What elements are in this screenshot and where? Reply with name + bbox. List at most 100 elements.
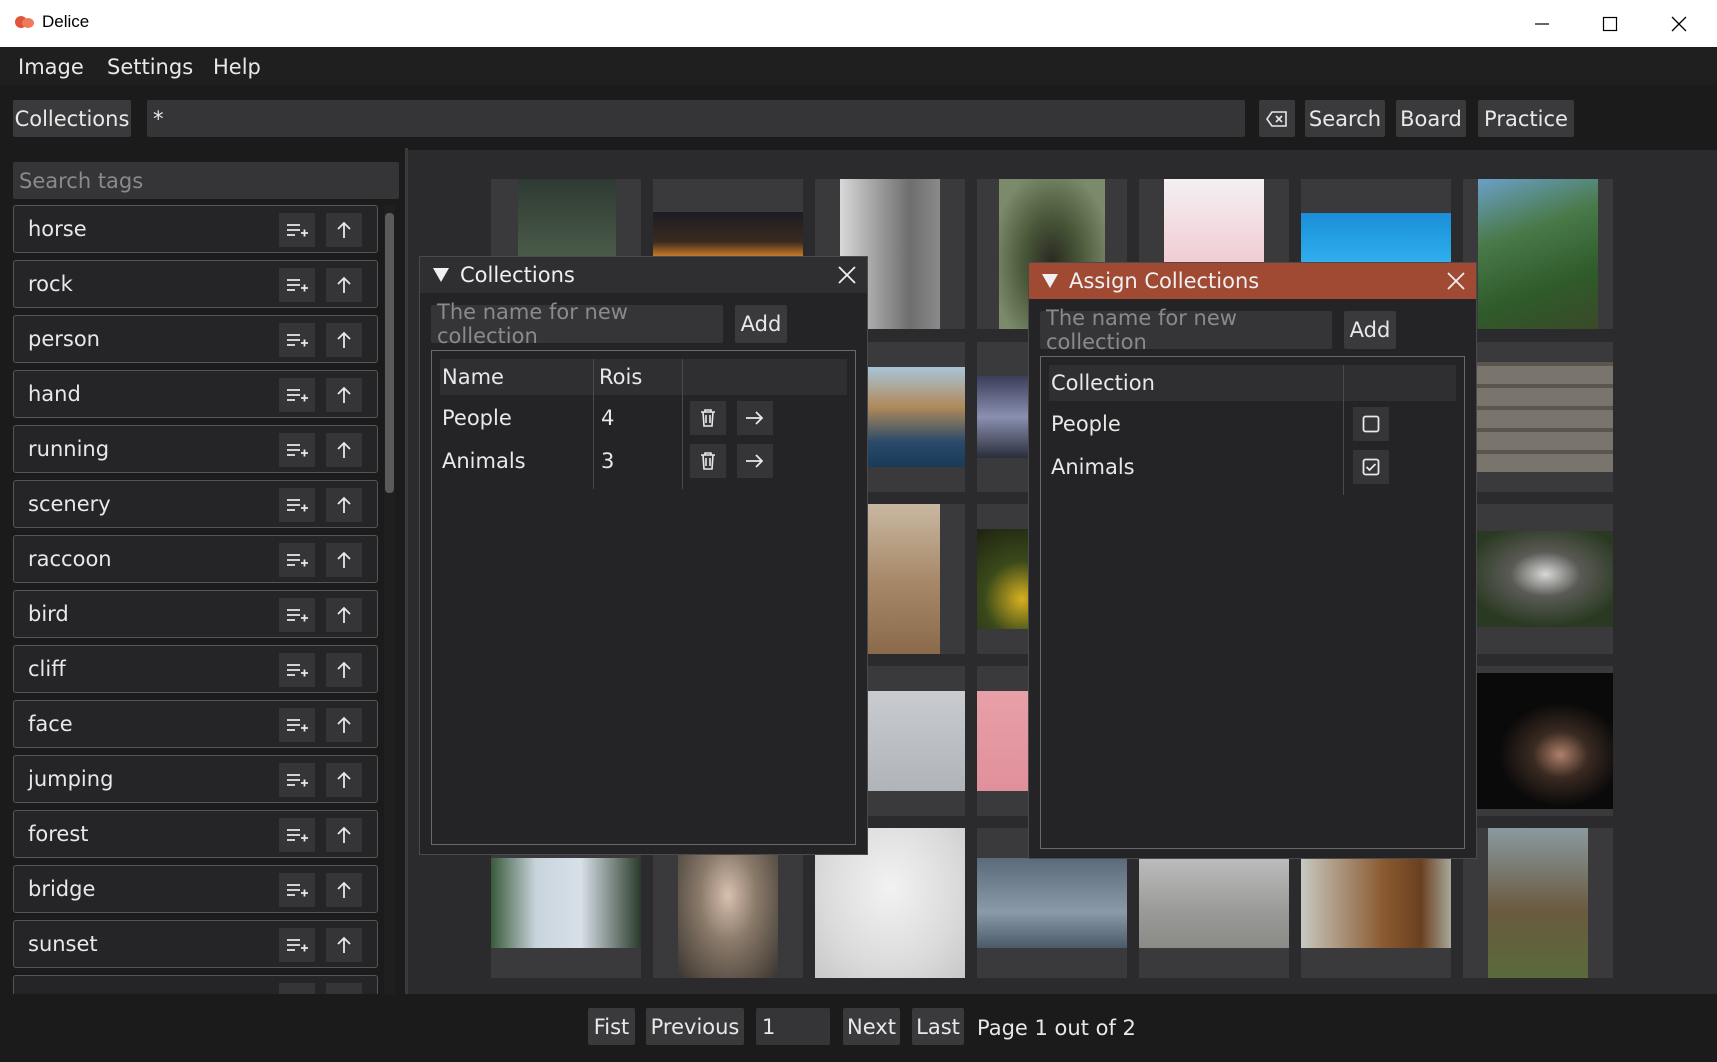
tag-up-button[interactable] [326,708,362,742]
playlist-add-icon [287,774,308,787]
add-tag-to-query-button[interactable] [279,928,315,962]
new-collection-input[interactable]: The name for new collection [1040,306,1332,354]
add-tag-to-query-button[interactable] [279,543,315,577]
add-collection-button[interactable]: Add [1344,311,1396,349]
tag-search-input[interactable]: Search tags [13,162,399,199]
query-input[interactable]: * [147,100,1245,137]
tag-up-button[interactable] [326,873,362,907]
tag-row-cliff[interactable]: cliff [13,645,378,693]
practice-button[interactable]: Practice [1478,100,1574,137]
page-number-input[interactable]: 1 [756,1008,830,1045]
collections-window-titlebar[interactable]: Collections [420,257,867,293]
add-tag-to-query-button[interactable] [279,378,315,412]
image-thumbnail[interactable] [1463,828,1613,978]
tag-row-rock[interactable]: rock [13,260,378,308]
open-collection-button[interactable] [737,401,773,435]
add-tag-to-query-button[interactable] [279,818,315,852]
tag-row-horse[interactable]: horse [13,205,378,253]
playlist-add-icon [287,829,308,842]
tag-row-raccoon[interactable]: raccoon [13,535,378,583]
board-button[interactable]: Board [1396,100,1466,137]
panel-splitter[interactable] [405,148,408,996]
minimize-button[interactable] [1508,0,1576,47]
add-tag-to-query-button[interactable] [279,488,315,522]
close-icon[interactable] [1446,271,1466,291]
collection-rois-people: 4 [601,406,615,430]
tag-up-button[interactable] [326,488,362,522]
tag-row-hand[interactable]: hand [13,370,378,418]
page-status: Page 1 out of 2 [977,1016,1136,1040]
tag-up-button[interactable] [326,213,362,247]
add-tag-to-query-button[interactable] [279,873,315,907]
tag-up-button[interactable] [326,928,362,962]
column-separator [1343,365,1344,495]
collapse-triangle-icon[interactable] [432,267,450,283]
app-logo-icon [15,16,34,28]
tag-up-button[interactable] [326,818,362,852]
open-collection-button[interactable] [737,444,773,478]
tag-up-button[interactable] [326,653,362,687]
assign-window-titlebar[interactable]: Assign Collections [1029,263,1476,299]
next-page-button[interactable]: Next [843,1008,900,1045]
playlist-add-icon [287,554,308,567]
add-tag-to-query-button[interactable] [279,653,315,687]
add-tag-to-query-button[interactable] [279,598,315,632]
tag-row-scenery[interactable]: scenery [13,480,378,528]
tag-up-button[interactable] [326,378,362,412]
last-page-button[interactable]: Last [912,1008,964,1045]
menu-settings[interactable]: Settings [107,55,193,79]
add-collection-button[interactable]: Add [735,305,787,343]
tag-row-face[interactable]: face [13,700,378,748]
assign-checkbox-people[interactable] [1353,407,1389,441]
tag-up-button[interactable] [326,543,362,577]
first-page-button[interactable]: Fist [588,1008,635,1045]
tag-row-forest[interactable]: forest [13,810,378,858]
clear-query-button[interactable] [1259,100,1295,137]
playlist-add-icon [287,499,308,512]
tag-row-person[interactable]: person [13,315,378,363]
collapse-triangle-icon[interactable] [1041,273,1059,289]
delete-collection-button[interactable] [690,401,726,435]
add-tag-to-query-button[interactable] [279,268,315,302]
tag-row-sunset[interactable]: sunset [13,920,378,968]
arrow-right-icon [746,454,764,468]
trash-icon [701,452,715,470]
menu-image[interactable]: Image [18,55,84,79]
tag-list-scrollbar[interactable] [384,205,395,995]
tag-row-bridge[interactable]: bridge [13,865,378,913]
add-tag-to-query-button[interactable] [279,433,315,467]
tag-up-button[interactable] [326,433,362,467]
image-thumbnail[interactable] [1463,666,1613,816]
tag-up-button[interactable] [326,268,362,302]
image-horse-fog [1139,858,1289,948]
playlist-add-icon [287,664,308,677]
menu-help[interactable]: Help [213,55,261,79]
tag-up-button[interactable] [326,763,362,797]
arrow-up-icon [337,221,351,238]
add-tag-to-query-button[interactable] [279,763,315,797]
image-thumbnail[interactable] [1463,342,1613,492]
add-tag-to-query-button[interactable] [279,213,315,247]
image-thumbnail[interactable] [1463,504,1613,654]
delete-collection-button[interactable] [690,444,726,478]
close-icon[interactable] [837,265,857,285]
add-tag-to-query-button[interactable] [279,323,315,357]
tag-row-jumping[interactable]: jumping [13,755,378,803]
search-button[interactable]: Search [1305,100,1385,137]
search-toolbar: Collections * Search Board Practice [0,85,1717,150]
collections-button[interactable]: Collections [13,100,131,137]
assign-checkbox-animals[interactable] [1353,450,1389,484]
maximize-button[interactable] [1576,0,1644,47]
scrollbar-thumb[interactable] [385,213,394,493]
tag-row-running[interactable]: running [13,425,378,473]
tag-label: horse [28,217,87,241]
tag-up-button[interactable] [326,323,362,357]
previous-page-button[interactable]: Previous [646,1008,744,1045]
add-tag-to-query-button[interactable] [279,708,315,742]
tag-up-button[interactable] [326,598,362,632]
tag-row-partial[interactable] [13,975,378,995]
close-window-button[interactable] [1645,0,1713,47]
image-thumbnail[interactable] [1463,179,1613,329]
new-collection-input[interactable]: The name for new collection [431,300,723,348]
tag-row-bird[interactable]: bird [13,590,378,638]
